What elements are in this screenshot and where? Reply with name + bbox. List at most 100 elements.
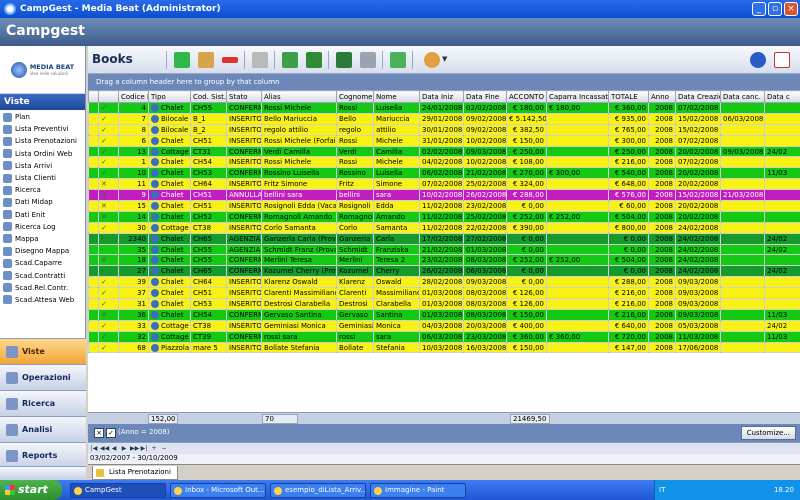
cell-df[interactable]: 09/03/2008 bbox=[463, 276, 507, 289]
cell-alias[interactable]: Kozumel Cherry (Prova T bbox=[261, 265, 337, 278]
cell-dca[interactable] bbox=[720, 102, 765, 114]
cell-nome[interactable]: Camilla bbox=[373, 145, 420, 158]
cell-acc[interactable]: € 270,00 bbox=[506, 167, 547, 180]
cell-anno[interactable]: 2008 bbox=[648, 102, 676, 114]
filter-enabled-checkbox[interactable]: ✓ bbox=[106, 428, 116, 438]
sidebar-item-scad-attesa-web[interactable]: Scad.Attesa Web bbox=[0, 294, 85, 306]
cell-cap[interactable]: € 300,00 bbox=[546, 167, 609, 180]
cell-cog[interactable]: Rossi bbox=[336, 156, 374, 169]
cell-tot[interactable]: € 216,00 bbox=[608, 298, 649, 310]
cell-tipo[interactable]: Cottage bbox=[148, 330, 191, 343]
cell-anno[interactable]: 2008 bbox=[648, 243, 676, 256]
column-header[interactable]: Data canc. bbox=[720, 90, 765, 103]
cell-di[interactable]: 26/02/2008 bbox=[419, 265, 464, 278]
cell-dcr[interactable]: 11/03/2008 bbox=[675, 330, 721, 343]
cell-cap[interactable]: € 252,00 bbox=[546, 210, 609, 223]
cell-di[interactable]: 30/01/2008 bbox=[419, 123, 464, 136]
cell-nome[interactable]: Franziska bbox=[373, 243, 420, 256]
cell-nome[interactable]: Luisella bbox=[373, 167, 420, 180]
cell-stato[interactable]: INSERITO bbox=[226, 156, 262, 169]
cell-anno[interactable]: 2008 bbox=[648, 178, 676, 191]
cell-cog[interactable]: Bello bbox=[336, 112, 374, 125]
table-row[interactable]: ✓ 37 Chalet CH51 INSERITO Clarenti Massimilia… bbox=[88, 287, 800, 300]
cell-tot[interactable]: € 0,00 bbox=[608, 243, 649, 256]
cell-cod[interactable]: CH53 bbox=[190, 298, 227, 310]
cell-stato[interactable]: ANNULLA bbox=[226, 189, 262, 202]
cell-cod[interactable]: CH53 bbox=[190, 167, 227, 180]
task-esempio[interactable]: esempio_diLista_Arriv... bbox=[270, 483, 366, 498]
cell-df[interactable]: 20/03/2008 bbox=[463, 319, 507, 332]
cell-stato[interactable]: INSERITO bbox=[226, 221, 262, 234]
cell-dc[interactable]: 11/03 bbox=[764, 167, 800, 180]
column-header[interactable]: Anno bbox=[648, 90, 676, 103]
cell-cod[interactable]: CT38 bbox=[190, 319, 227, 332]
cell-stato[interactable]: AGENZIA bbox=[226, 232, 262, 245]
cell-dca[interactable] bbox=[720, 134, 765, 147]
cell-anno[interactable]: 2008 bbox=[648, 112, 676, 125]
cell-tipo[interactable]: Chalet bbox=[148, 265, 191, 278]
cell-dca[interactable] bbox=[720, 287, 765, 300]
cell-cog[interactable]: bellini bbox=[336, 189, 374, 202]
cell-cog[interactable]: Fritz bbox=[336, 178, 374, 191]
cell-di[interactable]: 31/01/2008 bbox=[419, 134, 464, 147]
cell-tipo[interactable]: Cottage bbox=[148, 221, 191, 234]
cell-cod[interactable]: CH51 bbox=[190, 287, 227, 300]
cell-alias[interactable]: rossi sara bbox=[261, 330, 337, 343]
maximize-button[interactable]: ▫ bbox=[768, 2, 782, 16]
chevron-down-icon[interactable]: ▼ bbox=[442, 55, 448, 71]
minimize-button[interactable]: _ bbox=[752, 2, 766, 16]
cell-alias[interactable]: Fritz Simone bbox=[261, 178, 337, 191]
cell-anno[interactable]: 2008 bbox=[648, 319, 676, 332]
sidebar-item-lista-clienti[interactable]: Lista Clienti bbox=[0, 172, 85, 184]
cell-dcr[interactable]: 15/02/2008 bbox=[675, 112, 721, 125]
color-palette-icon[interactable] bbox=[424, 52, 440, 68]
cell-tipo[interactable]: Bilocale bbox=[148, 123, 191, 136]
cell-stato[interactable]: CONFERM bbox=[226, 308, 262, 321]
cell-df[interactable]: 16/03/2008 bbox=[463, 341, 507, 354]
cell-dca[interactable]: 09/03/2008 bbox=[720, 145, 765, 158]
cell-dca[interactable] bbox=[720, 210, 765, 223]
print-icon[interactable] bbox=[360, 52, 376, 68]
table-row[interactable]: ✕ 18 Chalet CH55 CONFERM Merlini Teresa Merlin… bbox=[88, 254, 800, 267]
cell-df[interactable]: 26/02/2008 bbox=[463, 189, 507, 202]
column-header[interactable]: Cognome bbox=[336, 90, 374, 103]
cell-dca[interactable] bbox=[720, 254, 765, 267]
cell-dcr[interactable]: 24/02/2008 bbox=[675, 254, 721, 267]
cell-stato[interactable]: INSERITO bbox=[226, 319, 262, 332]
cell-acc[interactable]: € 126,00 bbox=[506, 287, 547, 300]
column-header[interactable]: Tipo bbox=[148, 90, 191, 103]
cell-dcr[interactable]: 24/02/2008 bbox=[675, 265, 721, 278]
delete-icon[interactable] bbox=[222, 57, 238, 63]
cell-alias[interactable]: Rossino Luisella bbox=[261, 167, 337, 180]
cell-tot[interactable]: € 648,00 bbox=[608, 178, 649, 191]
column-header[interactable] bbox=[88, 90, 99, 103]
cell-dca[interactable]: 21/03/2008 bbox=[720, 189, 765, 202]
cell-dcr[interactable]: 24/02/2008 bbox=[675, 232, 721, 245]
cell-id[interactable]: 8 bbox=[118, 123, 149, 136]
cell-df[interactable]: 06/03/2008 bbox=[463, 265, 507, 278]
cell-dc[interactable] bbox=[764, 298, 800, 310]
cell-cap[interactable] bbox=[546, 308, 609, 321]
cell-dc[interactable] bbox=[764, 200, 800, 212]
cell-cap[interactable] bbox=[546, 221, 609, 234]
cell-df[interactable]: 25/02/2008 bbox=[463, 210, 507, 223]
cell-anno[interactable]: 2008 bbox=[648, 287, 676, 300]
cell-cod[interactable]: CH51 bbox=[190, 134, 227, 147]
column-header[interactable]: ACCONTO bbox=[506, 90, 547, 103]
cell-di[interactable]: 02/02/2008 bbox=[419, 145, 464, 158]
cell-tipo[interactable]: Chalet bbox=[148, 276, 191, 289]
cell-dcr[interactable]: 15/02/2008 bbox=[675, 123, 721, 136]
cell-anno[interactable]: 2008 bbox=[648, 134, 676, 147]
cell-cap[interactable] bbox=[546, 341, 609, 354]
cell-acc[interactable]: € 390,00 bbox=[506, 221, 547, 234]
cell-tot[interactable]: € 216,00 bbox=[608, 156, 649, 169]
row-selector[interactable] bbox=[88, 189, 99, 202]
cell-dc[interactable]: 24/02 bbox=[764, 243, 800, 256]
cell-id[interactable]: 9 bbox=[118, 189, 149, 202]
column-header[interactable]: Data Iniz bbox=[419, 90, 464, 103]
cell-stato[interactable]: CONFERM bbox=[226, 254, 262, 267]
delete-record-icon[interactable]: − bbox=[160, 444, 168, 453]
cell-cog[interactable]: rossi bbox=[336, 330, 374, 343]
cell-dc[interactable]: 24/02 bbox=[764, 319, 800, 332]
cell-acc[interactable]: € 382,50 bbox=[506, 123, 547, 136]
